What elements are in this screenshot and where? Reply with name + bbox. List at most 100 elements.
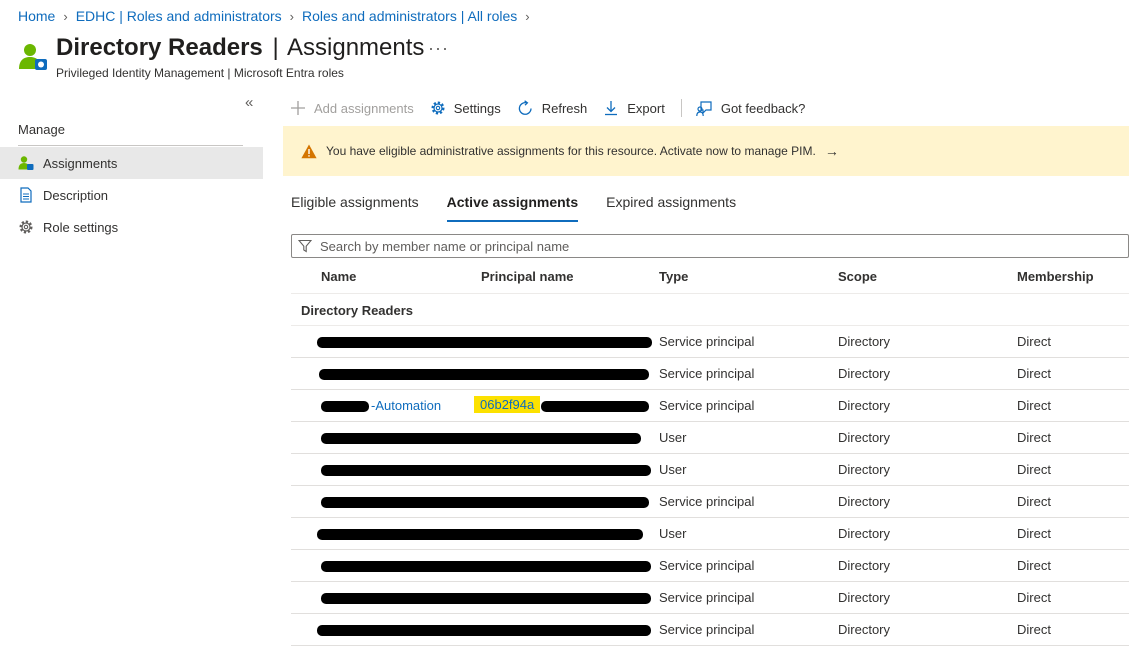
redacted-block xyxy=(317,625,651,636)
page-title: Directory Readers | Assignments xyxy=(56,34,424,62)
table-row[interactable]: User Directory Direct xyxy=(291,422,1129,454)
feedback-button[interactable]: Got feedback? xyxy=(696,100,806,117)
command-bar: Add assignments Settings Refresh Export … xyxy=(290,96,821,120)
collapse-sidebar-button[interactable]: « xyxy=(245,94,253,111)
sidebar-item-label: Assignments xyxy=(43,155,118,171)
tab-expired-assignments[interactable]: Expired assignments xyxy=(606,194,736,222)
cell-membership: Direct xyxy=(1017,462,1051,477)
warning-banner: You have eligible administrative assignm… xyxy=(283,126,1129,176)
page-title-separator: | xyxy=(272,34,279,61)
column-header-membership[interactable]: Membership xyxy=(1017,269,1094,284)
cell-scope: Directory xyxy=(838,430,891,445)
sidebar-item-description[interactable]: Description xyxy=(0,179,263,211)
banner-message: You have eligible administrative assignm… xyxy=(326,144,816,158)
toolbar-divider xyxy=(680,99,682,117)
column-header-principal-name[interactable]: Principal name xyxy=(481,269,573,284)
group-header-row: Directory Readers xyxy=(291,294,1129,326)
cell-type: Service principal xyxy=(659,334,755,349)
cell-scope: Directory xyxy=(838,622,891,637)
breadcrumb-all-roles[interactable]: Roles and administrators | All roles xyxy=(302,8,517,24)
table-row[interactable]: Service principal Directory Direct xyxy=(291,358,1129,390)
cell-scope: Directory xyxy=(838,334,891,349)
breadcrumb-roles-and-administrators[interactable]: EDHC | Roles and administrators xyxy=(76,8,282,24)
assignment-tabs: Eligible assignments Active assignments … xyxy=(291,194,764,224)
cell-type: Service principal xyxy=(659,494,755,509)
redacted-block xyxy=(321,593,651,604)
cell-membership: Direct xyxy=(1017,398,1051,413)
warning-icon xyxy=(301,144,317,159)
chevron-right-icon: › xyxy=(525,8,530,24)
group-header-label: Directory Readers xyxy=(301,303,413,318)
table-row[interactable]: Service principal Directory Direct xyxy=(291,326,1129,358)
sidebar-item-label: Description xyxy=(43,187,109,203)
chevron-right-icon: › xyxy=(289,8,294,24)
tab-active-assignments[interactable]: Active assignments xyxy=(446,194,578,222)
document-icon xyxy=(18,187,34,203)
sidebar-section-manage: Manage xyxy=(18,122,65,137)
cell-scope: Directory xyxy=(838,494,891,509)
sidebar-item-role-settings[interactable]: Role settings xyxy=(0,211,263,243)
cell-scope: Directory xyxy=(838,462,891,477)
column-header-scope[interactable]: Scope xyxy=(838,269,877,284)
feedback-label: Got feedback? xyxy=(720,100,806,116)
cell-type: Service principal xyxy=(659,590,755,605)
table-row[interactable]: Service principal Directory Direct xyxy=(291,550,1129,582)
table-row[interactable]: User Directory Direct xyxy=(291,518,1129,550)
export-label: Export xyxy=(627,100,665,116)
page-title-role: Directory Readers xyxy=(56,34,263,61)
cell-membership: Direct xyxy=(1017,366,1051,381)
redacted-block xyxy=(321,433,641,444)
plus-icon xyxy=(290,100,306,116)
column-header-name[interactable]: Name xyxy=(321,269,356,284)
cell-name-link[interactable]: -Automation xyxy=(371,398,441,413)
table-row[interactable]: Service principal Directory Direct xyxy=(291,582,1129,614)
breadcrumb: Home › EDHC | Roles and administrators ›… xyxy=(18,6,538,26)
add-assignments-button[interactable]: Add assignments xyxy=(290,100,414,116)
refresh-button[interactable]: Refresh xyxy=(517,99,588,117)
tab-eligible-assignments[interactable]: Eligible assignments xyxy=(291,194,419,222)
cell-principal-highlight[interactable]: 06b2f94a xyxy=(474,396,541,413)
sidebar-divider xyxy=(18,145,243,146)
arrow-right-icon[interactable]: → xyxy=(825,143,839,159)
cell-scope: Directory xyxy=(838,558,891,573)
chevron-right-icon: › xyxy=(63,8,68,24)
breadcrumb-home[interactable]: Home xyxy=(18,8,55,24)
cell-scope: Directory xyxy=(838,526,891,541)
cell-type: Service principal xyxy=(659,398,755,413)
search-input[interactable] xyxy=(318,237,1128,255)
cell-scope: Directory xyxy=(838,398,891,413)
redacted-block xyxy=(321,401,369,412)
cell-type: User xyxy=(659,462,687,477)
redacted-block xyxy=(321,497,649,508)
filter-icon xyxy=(298,239,312,253)
download-icon xyxy=(603,100,619,116)
settings-button[interactable]: Settings xyxy=(430,100,501,116)
cell-membership: Direct xyxy=(1017,430,1051,445)
cell-type: User xyxy=(659,430,687,445)
page-subtitle: Privileged Identity Management | Microso… xyxy=(56,66,344,80)
redacted-block xyxy=(317,337,652,348)
cell-membership: Direct xyxy=(1017,558,1051,573)
refresh-label: Refresh xyxy=(541,100,588,116)
table-row[interactable]: User Directory Direct xyxy=(291,454,1129,486)
gear-icon xyxy=(430,100,446,116)
refresh-icon xyxy=(517,99,534,117)
redacted-block xyxy=(541,401,649,412)
more-options-button[interactable]: ··· xyxy=(428,38,449,59)
table-row[interactable]: Service principal Directory Direct xyxy=(291,614,1129,646)
export-button[interactable]: Export xyxy=(603,100,665,116)
cell-type: Service principal xyxy=(659,366,755,381)
sidebar-item-assignments[interactable]: Assignments xyxy=(0,147,263,179)
redacted-block xyxy=(321,561,651,572)
column-header-type[interactable]: Type xyxy=(659,269,688,284)
redacted-block xyxy=(319,369,649,380)
redacted-block xyxy=(317,529,643,540)
table-row[interactable]: Service principal Directory Direct xyxy=(291,486,1129,518)
cell-scope: Directory xyxy=(838,590,891,605)
cell-type: Service principal xyxy=(659,622,755,637)
table-row[interactable]: -Automation 06b2f94a Service principal D… xyxy=(291,390,1129,422)
cell-type: Service principal xyxy=(659,558,755,573)
cell-type: User xyxy=(659,526,687,541)
sidebar-item-label: Role settings xyxy=(43,219,119,235)
table-header: Name Principal name Type Scope Membershi… xyxy=(291,262,1129,294)
